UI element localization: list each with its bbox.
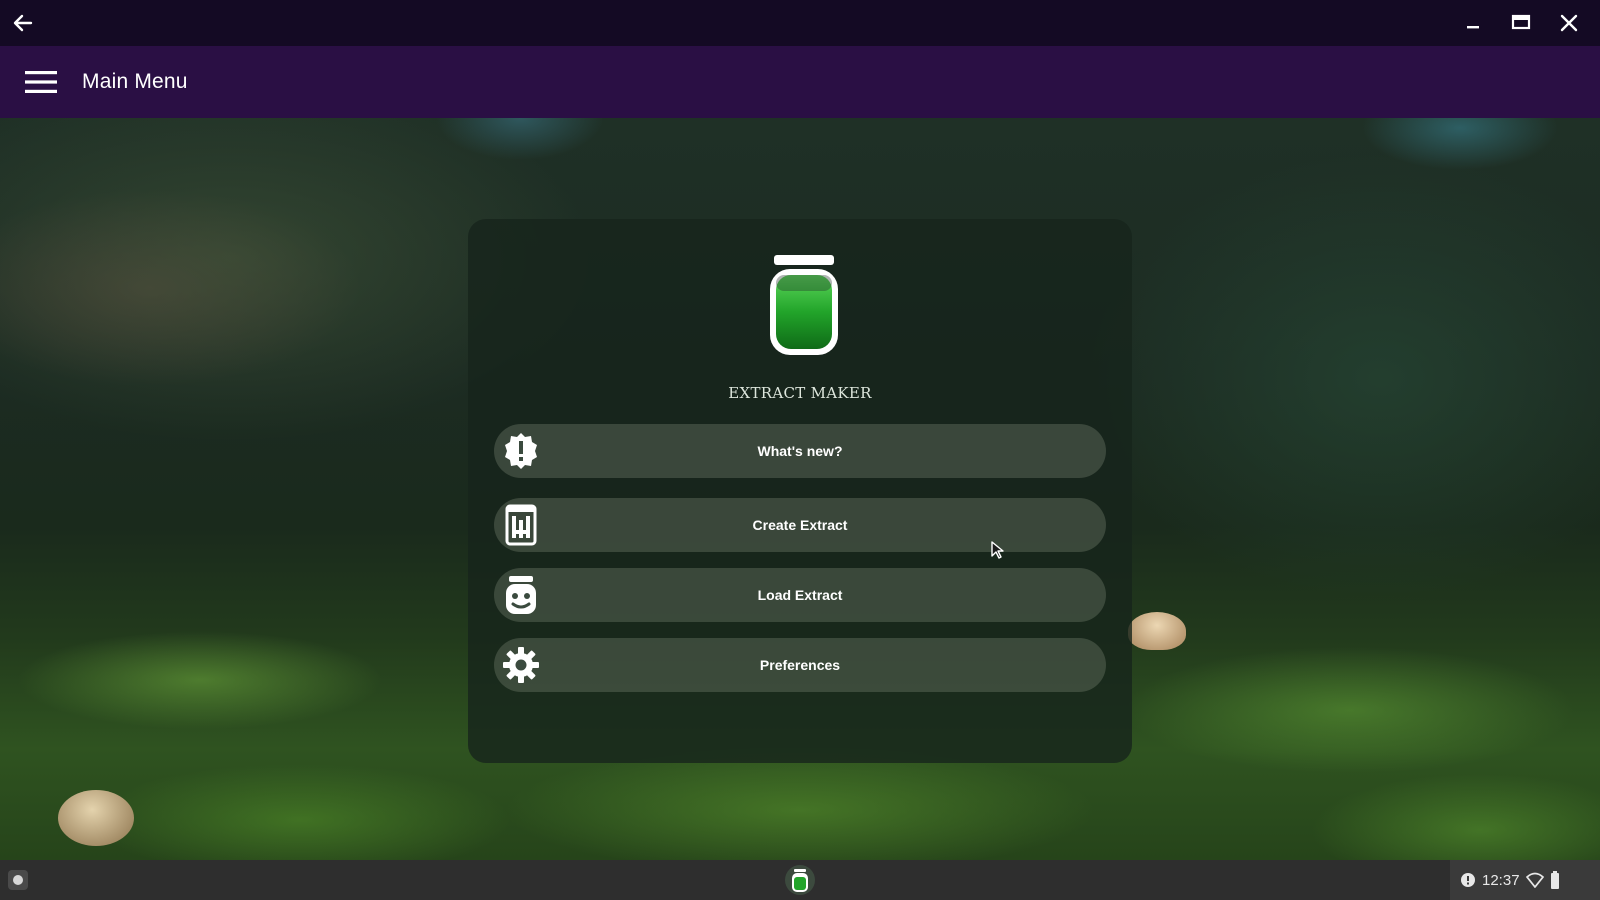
- close-icon: [1560, 14, 1578, 32]
- launcher-button[interactable]: [6, 868, 30, 892]
- minimize-button[interactable]: [1452, 2, 1494, 44]
- create-extract-button[interactable]: Create Extract: [494, 498, 1106, 552]
- system-shelf: 12:37: [0, 860, 1600, 900]
- info-badge-icon: [505, 433, 537, 469]
- mushroom-decoration-small: [58, 790, 134, 846]
- mushroom-decoration: [1128, 612, 1186, 650]
- clock-time: 12:37: [1482, 871, 1520, 889]
- jar-icon: [770, 255, 838, 355]
- battery-icon: [1550, 871, 1559, 889]
- menu-button[interactable]: [0, 46, 82, 118]
- minimize-icon: [1467, 26, 1479, 29]
- jar-face-icon: [506, 576, 536, 614]
- page-title: Main Menu: [82, 70, 188, 93]
- close-button[interactable]: [1548, 2, 1590, 44]
- back-button[interactable]: [0, 0, 46, 46]
- create-extract-icon-slot: [498, 502, 544, 548]
- wifi-icon: [1525, 872, 1544, 888]
- preferences-icon-slot: [498, 642, 544, 688]
- whats-new-icon-slot: [498, 428, 544, 474]
- app-name: EXTRACT MAKER: [728, 384, 872, 402]
- notification-icon: [1461, 873, 1475, 887]
- preferences-button[interactable]: Preferences: [494, 638, 1106, 692]
- load-extract-icon-slot: [498, 572, 544, 618]
- mouse-cursor-icon: [991, 541, 1004, 559]
- app-bar: Main Menu: [0, 46, 1600, 118]
- whats-new-button[interactable]: What's new?: [494, 424, 1106, 478]
- beaker-icon: [505, 504, 537, 546]
- restore-icon: [1511, 14, 1531, 30]
- load-extract-button[interactable]: Load Extract: [494, 568, 1106, 622]
- create-extract-label: Create Extract: [752, 517, 848, 533]
- window-titlebar: [0, 0, 1600, 46]
- gear-icon: [503, 647, 539, 683]
- status-tray[interactable]: 12:37: [1450, 860, 1600, 900]
- preferences-label: Preferences: [759, 657, 841, 673]
- launcher-icon: [8, 870, 28, 890]
- window-controls: [1452, 2, 1600, 44]
- hamburger-menu-icon: [25, 71, 57, 93]
- load-extract-label: Load Extract: [757, 587, 843, 603]
- restore-button[interactable]: [1500, 2, 1542, 44]
- arrow-left-icon: [13, 14, 33, 32]
- whats-new-label: What's new?: [757, 443, 843, 459]
- extract-maker-jar-icon[interactable]: [784, 864, 816, 896]
- main-menu-panel: EXTRACT MAKER What's new? Create Extract: [468, 219, 1132, 763]
